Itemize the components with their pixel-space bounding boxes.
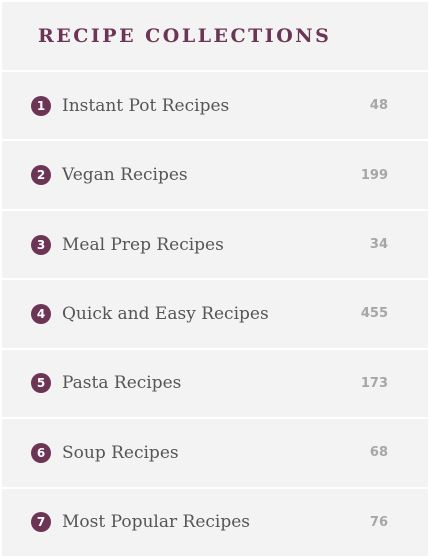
- widget-header: RECIPE COLLECTIONS: [2, 2, 428, 70]
- collection-label[interactable]: Vegan Recipes: [62, 165, 361, 185]
- recipe-count: 34: [369, 237, 388, 253]
- collection-item-soup[interactable]: 6 Soup Recipes 68: [2, 419, 428, 487]
- collection-label[interactable]: Soup Recipes: [62, 443, 370, 463]
- collection-label[interactable]: Pasta Recipes: [62, 373, 361, 393]
- recipe-count: 76: [369, 514, 388, 530]
- rank-badge: 5: [31, 373, 51, 394]
- collection-item-instant-pot[interactable]: 1 Instant Pot Recipes 48: [2, 72, 428, 140]
- recipe-collections-widget: RECIPE COLLECTIONS 1 Instant Pot Recipes…: [2, 2, 428, 556]
- recipe-count: 199: [360, 167, 388, 183]
- rank-badge: 7: [31, 512, 51, 533]
- collections-list: 1 Instant Pot Recipes 48 2 Vegan Recipes…: [2, 72, 428, 556]
- collection-label[interactable]: Instant Pot Recipes: [62, 96, 370, 116]
- rank-badge: 2: [31, 165, 51, 186]
- collection-item-quick-and-easy[interactable]: 4 Quick and Easy Recipes 455: [2, 280, 428, 348]
- rank-badge: 1: [31, 95, 51, 116]
- collection-item-most-popular[interactable]: 7 Most Popular Recipes 76: [2, 488, 428, 556]
- collection-item-meal-prep[interactable]: 3 Meal Prep Recipes 34: [2, 210, 428, 279]
- rank-badge: 3: [31, 234, 51, 255]
- collection-label[interactable]: Most Popular Recipes: [62, 512, 370, 532]
- rank-badge: 4: [31, 303, 51, 324]
- recipe-count: 68: [369, 445, 388, 461]
- recipe-count: 173: [360, 375, 388, 391]
- rank-badge: 6: [31, 442, 51, 463]
- recipe-count: 48: [369, 98, 388, 114]
- collection-label[interactable]: Quick and Easy Recipes: [62, 304, 361, 324]
- collection-label[interactable]: Meal Prep Recipes: [62, 235, 370, 255]
- recipe-count: 455: [360, 306, 388, 322]
- collection-item-vegan[interactable]: 2 Vegan Recipes 199: [2, 141, 428, 209]
- collection-item-pasta[interactable]: 5 Pasta Recipes 173: [2, 349, 428, 418]
- widget-title: RECIPE COLLECTIONS: [38, 25, 332, 47]
